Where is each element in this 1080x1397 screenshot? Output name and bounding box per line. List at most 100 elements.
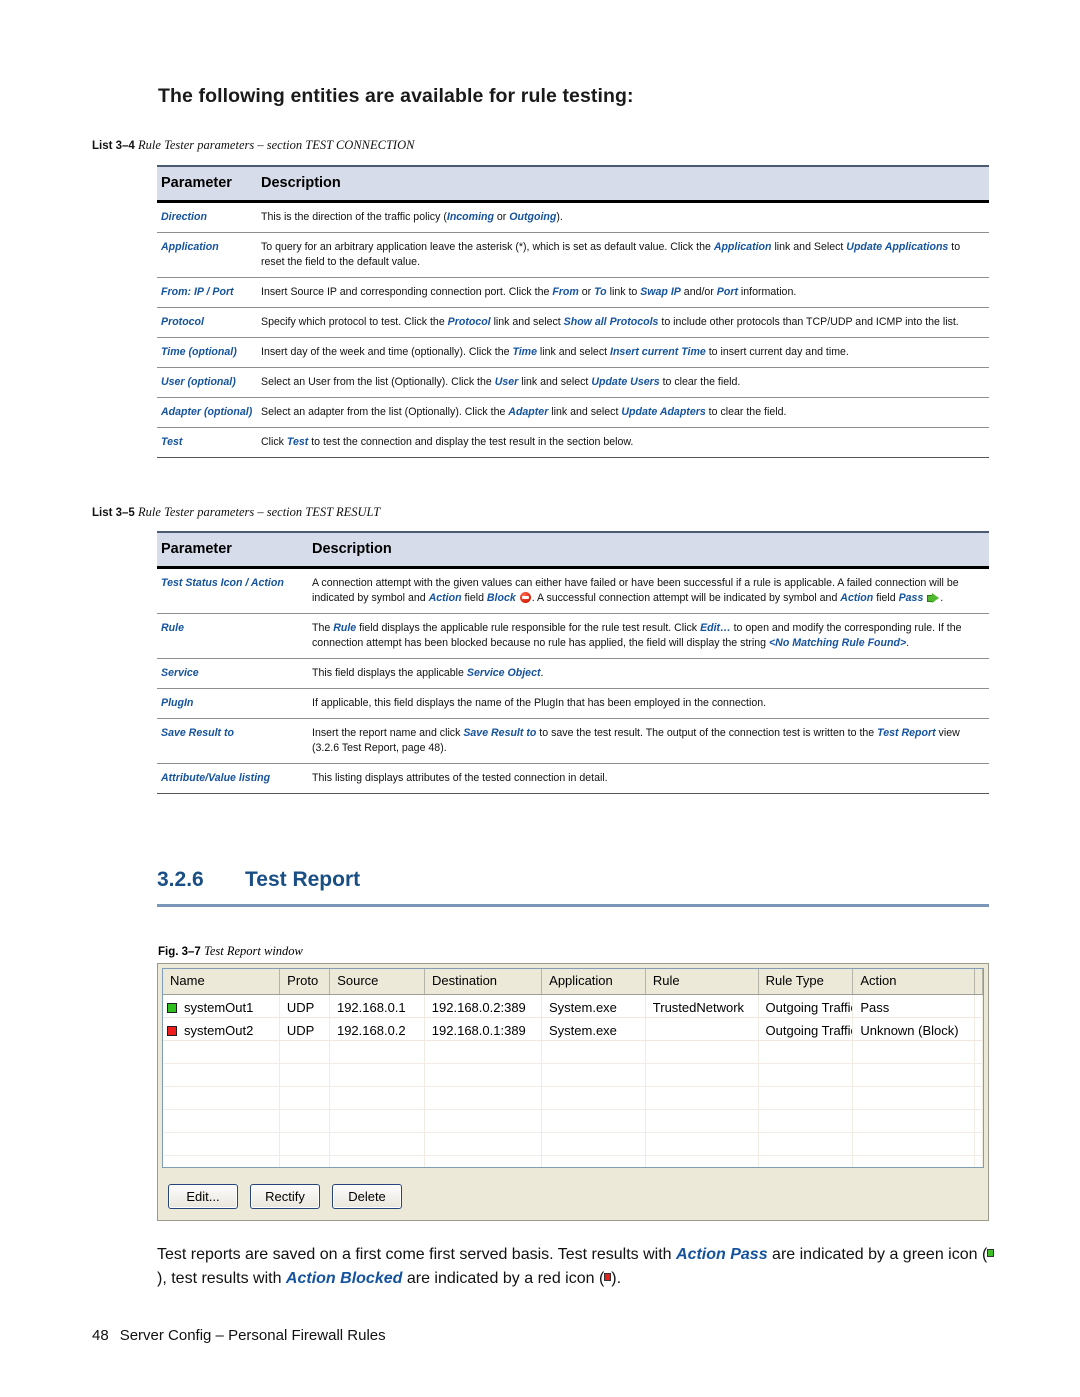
grid-column-header[interactable]: Destination [425,969,543,994]
grid-cell-empty [425,1064,543,1086]
table-cell-parameter: Rule [161,622,184,635]
grid-column-header[interactable]: Rule [646,969,759,994]
document-page: The following entities are available for… [0,0,1080,1397]
table-body: Test Status Icon / Action A connection at… [157,569,989,795]
table-cell-description: If applicable, this field displays the n… [312,697,767,710]
table-row: Application To query for an arbitrary app… [157,233,989,279]
table-cell-description: Insert day of the week and time (optiona… [261,346,849,359]
grid-cell-empty [542,1064,646,1086]
grid-cell-empty [853,1064,975,1086]
column-header-parameter: Parameter [161,541,232,557]
table-row: Save Result to Insert the report name and… [157,719,989,765]
list-3-4-caption: List 3–4 Rule Tester parameters – sectio… [92,138,414,153]
delete-button[interactable]: Delete [332,1183,402,1209]
grid-cell-empty [425,1133,543,1155]
grid-cell-empty [330,1087,425,1109]
table-cell-parameter: Protocol [161,316,204,329]
grid-cell-spacer [975,1087,983,1109]
grid-column-header[interactable]: Proto [280,969,331,994]
table-header-row: Parameter Description [157,165,989,203]
table-row: Direction This is the direction of the tr… [157,203,989,234]
window-button-bar: Edit... Rectify Delete [162,1176,986,1216]
grid-cell-empty [853,1110,975,1132]
table-row: Time (optional) Insert day of the week an… [157,338,989,369]
grid-cell-empty [330,1110,425,1132]
grid-cell-empty [646,1133,759,1155]
grid-column-header[interactable]: Application [542,969,646,994]
table-cell-parameter: Adapter (optional) [161,406,253,419]
grid-row-empty[interactable] [163,1110,983,1133]
grid-column-header[interactable]: Source [330,969,425,994]
grid-cell-empty [280,1064,331,1086]
grid-cell-empty [853,1156,975,1167]
column-header-description: Description [261,175,341,191]
grid-column-header[interactable]: Name [163,969,281,994]
table-cell-parameter: Test Status Icon / Action [161,577,284,589]
table-cell-parameter: User (optional) [161,376,236,389]
grid-row-empty[interactable] [163,1041,983,1064]
grid-cell-rule-type: Outgoing Traffic [759,1018,854,1040]
grid-cell-empty [163,1156,281,1167]
grid-cell-empty [425,1041,543,1063]
grid-cell-empty [646,1087,759,1109]
grid-cell-spacer [975,1110,983,1132]
grid-cell-spacer [975,1041,983,1063]
grid-column-header[interactable]: Action [853,969,975,994]
section-divider [157,904,989,907]
rectify-button[interactable]: Rectify [250,1183,320,1209]
grid-cell-empty [542,1156,646,1167]
green-square-icon [167,1002,177,1013]
table-row: PlugIn If applicable, this field displays… [157,689,989,720]
list-3-4-caption-text: Rule Tester parameters – section TEST CO… [138,138,415,152]
grid-cell-empty [646,1110,759,1132]
grid-cell-proto: UDP [280,1018,330,1040]
grid-row[interactable]: systemOut1 UDP 192.168.0.1 192.168.0.2:389 S… [163,995,983,1018]
section-title: Test Report [245,868,361,891]
table-body: Direction This is the direction of the tr… [157,203,989,459]
test-report-window: Name Proto Source Destination Application Rul… [157,963,989,1221]
table-cell-parameter: Attribute/Value listing [161,772,271,785]
table-cell-parameter: Time (optional) [161,346,237,359]
grid-cell-spacer [975,1064,983,1086]
grid-cell-empty [853,1087,975,1109]
table-cell-parameter: Service [161,667,199,680]
grid-row-empty[interactable] [163,1087,983,1110]
table-row: Adapter (optional) Select an adapter from… [157,398,989,429]
grid-row[interactable]: systemOut2 UDP 192.168.0.2 192.168.0.1:389 S… [163,1018,983,1041]
list-3-4-caption-label: List 3–4 [92,140,135,152]
table-row: Rule The Rule field displays the applicab… [157,614,989,660]
grid-row-empty[interactable] [163,1133,983,1156]
table-cell-description: This is the direction of the traffic pol… [261,211,563,223]
grid-column-header[interactable]: Rule Type [759,969,854,994]
table-cell-parameter: PlugIn [161,697,194,710]
grid-cell-destination: 192.168.0.1:389 [425,1018,542,1040]
grid-cell-empty [853,1133,975,1155]
grid-cell-spacer [975,1133,983,1155]
grid-cell-application: System.exe [542,1018,646,1040]
grid-cell-empty [330,1156,425,1167]
closing-paragraph: Test reports are saved on a first come f… [157,1243,995,1291]
grid-cell-empty [280,1087,331,1109]
list-3-5-caption-label: List 3–5 [92,507,135,519]
table-cell-parameter: Application [161,241,219,254]
list-3-5-caption-text: Rule Tester parameters – section TEST RE… [138,505,381,519]
grid-cell-empty [425,1087,543,1109]
table-cell-description: This listing displays attributes of the … [312,772,608,785]
table-cell-description: Specify which protocol to test. Click th… [261,316,959,329]
grid-body: systemOut1 UDP 192.168.0.1 192.168.0.2:389 S… [163,995,983,1167]
grid-cell-empty [330,1041,425,1063]
footer-page-number: 48 [92,1327,109,1344]
grid-cell-empty [542,1041,646,1063]
table-cell-parameter: Test [161,436,183,449]
table-row: Test Click Test to test the connection an… [157,428,989,459]
grid-cell-spacer [975,995,983,1017]
grid-cell-destination: 192.168.0.2:389 [425,995,542,1017]
table-cell-description: Insert Source IP and corresponding conne… [261,286,797,299]
grid-cell-rule [646,1018,759,1040]
grid-header-row: Name Proto Source Destination Application Rul… [163,969,983,995]
edit-button[interactable]: Edit... [168,1183,238,1209]
grid-row-empty[interactable] [163,1156,983,1167]
grid-cell-empty [163,1041,281,1063]
table-cell-parameter: Direction [161,211,207,223]
grid-row-empty[interactable] [163,1064,983,1087]
